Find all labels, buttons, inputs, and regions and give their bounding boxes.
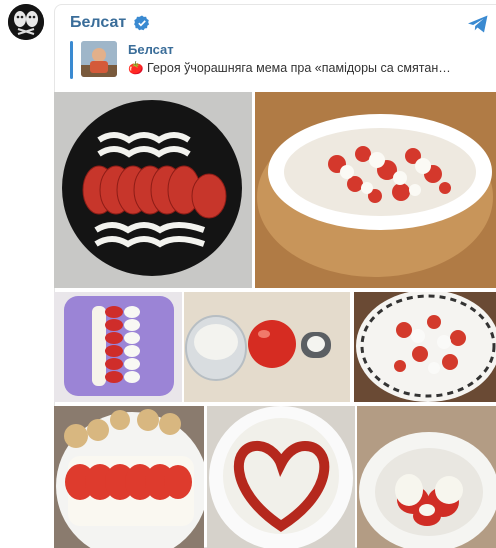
photo-purple-plate[interactable] xyxy=(54,292,182,402)
avatar-faces-icon xyxy=(8,4,44,40)
verified-badge-icon xyxy=(134,15,150,31)
photo-patterned-plate[interactable] xyxy=(354,292,496,402)
channel-name[interactable]: Белсат xyxy=(70,14,126,32)
reply-preview[interactable]: Белсат 🍅 Героя ўчорашняга мема пра «памі… xyxy=(70,41,496,79)
photo-bowl-salad[interactable] xyxy=(255,92,496,288)
photo-bowl-closeup[interactable] xyxy=(357,406,496,548)
photo-black-plate[interactable] xyxy=(54,92,252,288)
channel-avatar[interactable] xyxy=(8,4,44,40)
photo-cottage-cheese-plate[interactable] xyxy=(54,406,204,548)
telegram-share-icon[interactable] xyxy=(466,12,490,36)
photo-still-life[interactable] xyxy=(184,292,350,402)
reply-accent-bar xyxy=(70,41,73,79)
reply-author: Белсат xyxy=(128,42,174,57)
photo-ketchup-heart[interactable] xyxy=(207,406,355,548)
reply-text: 🍅 Героя ўчорашняга мема пра «памідоры са… xyxy=(128,61,451,75)
reply-thumbnail xyxy=(81,41,117,77)
